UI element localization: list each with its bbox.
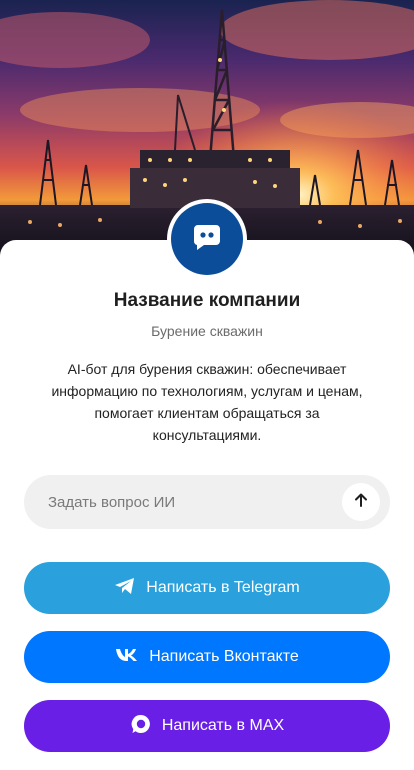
company-name: Название компании xyxy=(113,290,301,311)
telegram-icon xyxy=(114,577,136,600)
arrow-up-icon xyxy=(353,492,369,513)
send-button[interactable] xyxy=(342,483,380,521)
vk-button-label: Написать Вконтакте xyxy=(149,648,299,665)
max-button[interactable]: Написать в MAX xyxy=(24,700,390,752)
company-description: AI-бот для бурения скважин: обеспечивает… xyxy=(51,361,363,443)
company-subtitle: Бурение скважин xyxy=(151,323,263,339)
avatar-circle xyxy=(171,203,243,275)
telegram-button-label: Написать в Telegram xyxy=(146,579,300,596)
company-avatar xyxy=(167,199,247,279)
ask-ai-input[interactable] xyxy=(48,493,342,511)
max-button-label: Написать в MAX xyxy=(161,717,285,734)
chat-bubble-icon xyxy=(192,223,222,256)
vk-icon xyxy=(115,648,139,667)
telegram-button[interactable]: Написать в Telegram xyxy=(24,562,390,614)
max-icon xyxy=(130,713,152,740)
ask-ai-box xyxy=(24,475,390,529)
vk-button[interactable]: Написать Вконтакте xyxy=(24,631,390,683)
